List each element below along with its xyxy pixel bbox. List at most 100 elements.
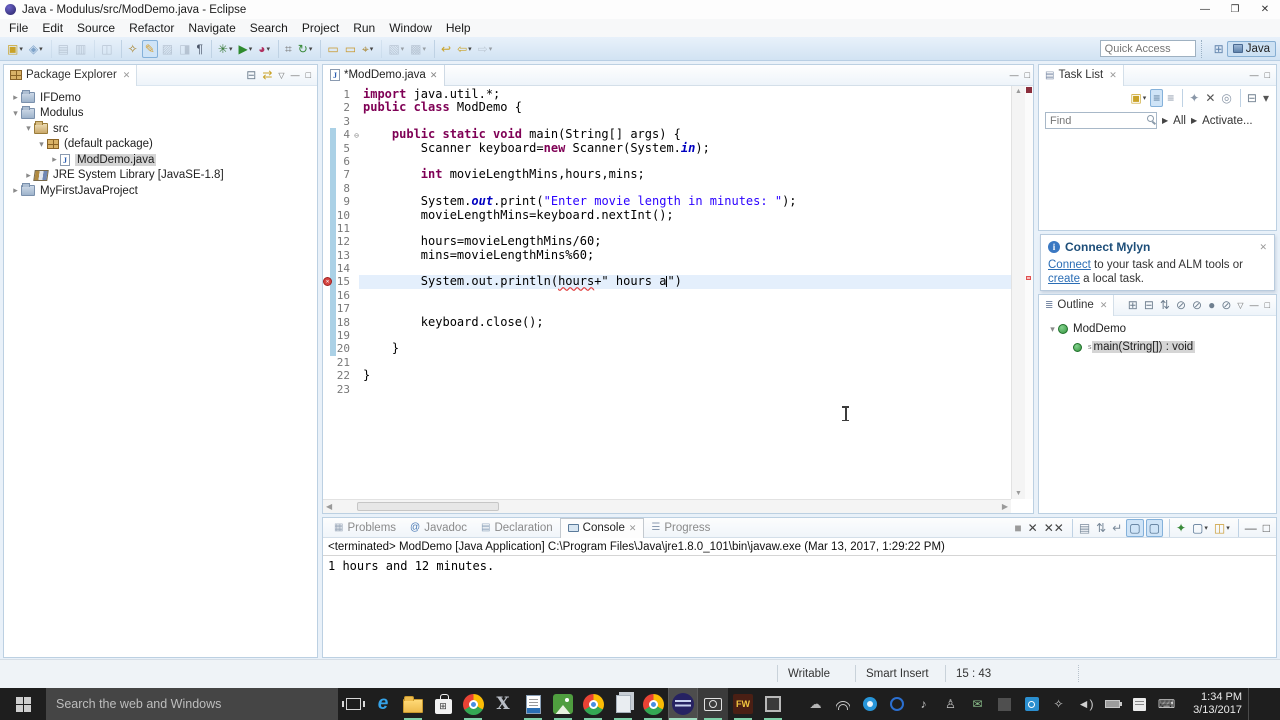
key-icon[interactable]: ✧ bbox=[120, 39, 140, 58]
chevron-down-icon[interactable]: ▾ bbox=[23, 123, 34, 134]
menu-run[interactable]: Run bbox=[346, 21, 382, 35]
scroll-up-icon[interactable]: ▲ bbox=[1012, 88, 1025, 95]
taskbar-clock[interactable]: 1:34 PM 3/13/2017 bbox=[1184, 688, 1246, 720]
tab-moddemo-java[interactable]: J *ModDemo.java ✕ bbox=[323, 64, 446, 86]
connect-link[interactable]: Connect bbox=[1048, 259, 1091, 271]
close-icon[interactable]: ✕ bbox=[1100, 300, 1108, 311]
focus-workweek-icon[interactable]: ◎ bbox=[1219, 89, 1233, 107]
tab-problems[interactable]: ▦ Problems bbox=[327, 518, 403, 538]
hide-fields-icon[interactable]: ⊘ bbox=[1174, 296, 1188, 314]
close-icon[interactable]: ✕ bbox=[1259, 242, 1267, 253]
tray-notes-icon[interactable] bbox=[1126, 697, 1153, 711]
tree-item-moddemo-java[interactable]: ▸ J ModDemo.java bbox=[4, 152, 317, 168]
scroll-down-icon[interactable]: ▼ bbox=[1012, 490, 1025, 497]
taskbar-app-fw-app[interactable]: FW bbox=[728, 688, 758, 720]
tray-browser-tray-icon[interactable] bbox=[883, 697, 910, 711]
forward-icon[interactable]: ⇨ ▾ bbox=[476, 40, 495, 58]
tree-item-myfirstjavaproject[interactable]: ▸ MyFirstJavaProject bbox=[4, 183, 317, 199]
outline-item-main[interactable]: s main(String[]) : void bbox=[1039, 339, 1276, 355]
fold-collapse-icon[interactable]: ⊖ bbox=[354, 129, 359, 142]
window-close-icon[interactable]: ✕ bbox=[1250, 4, 1280, 15]
chevron-right-icon[interactable]: ▸ bbox=[23, 170, 34, 181]
scrollbar-thumb[interactable] bbox=[357, 502, 499, 511]
tab-outline[interactable]: ≣ Outline ✕ bbox=[1039, 294, 1115, 316]
group-by-category-icon[interactable]: ≡ bbox=[1150, 89, 1164, 107]
create-link[interactable]: create bbox=[1048, 273, 1080, 285]
tray-wifi-icon[interactable] bbox=[829, 699, 856, 710]
tree-item-jre-system-library-javase-1-8[interactable]: ▸ JRE System Library [JavaSE-1.8] bbox=[4, 168, 317, 184]
expand-all-icon[interactable]: ⊞ bbox=[1126, 296, 1140, 314]
editor-vertical-scrollbar[interactable]: ▲ ▼ bbox=[1011, 86, 1025, 499]
chevron-down-icon[interactable]: ▾ bbox=[1047, 324, 1058, 335]
pin-console-icon[interactable]: ✦ bbox=[1168, 518, 1188, 537]
taskbar-app-xming[interactable]: X bbox=[488, 688, 518, 720]
menu-edit[interactable]: Edit bbox=[35, 21, 70, 35]
find-input[interactable] bbox=[1045, 112, 1157, 129]
tray-keyboard-icon[interactable]: ⌨ bbox=[1153, 697, 1180, 711]
last-edit-location-icon[interactable]: ↩ bbox=[434, 39, 453, 58]
sort-icon[interactable]: ⇅ bbox=[1158, 296, 1172, 314]
tree-item-src[interactable]: ▾ src bbox=[4, 121, 317, 137]
minimize-icon[interactable]: — bbox=[1247, 300, 1262, 310]
show-stdout-icon[interactable]: ▢ bbox=[1126, 518, 1144, 537]
menu-project[interactable]: Project bbox=[295, 21, 346, 35]
show-desktop-button[interactable] bbox=[1248, 688, 1254, 720]
tree-item-ifdemo[interactable]: ▸ IFDemo bbox=[4, 90, 317, 106]
tray-antenna-tray-icon[interactable]: ✧ bbox=[1045, 697, 1072, 711]
tab-package-explorer[interactable]: Package Explorer ✕ bbox=[4, 64, 138, 86]
open-folder-2-icon[interactable]: ▭ bbox=[343, 40, 358, 58]
remove-launch-icon[interactable]: ✕ bbox=[1026, 519, 1040, 537]
maximize-icon[interactable]: □ bbox=[1022, 70, 1033, 80]
tray-device-settings-icon[interactable]: ♙ bbox=[937, 697, 964, 711]
menu-window[interactable]: Window bbox=[382, 21, 439, 35]
tree-item-modulus[interactable]: ▾ Modulus bbox=[4, 105, 317, 122]
chevron-right-icon[interactable]: ▸ bbox=[49, 154, 60, 165]
open-folder-icon[interactable]: ▭ bbox=[320, 39, 340, 58]
code-editor[interactable]: 1 import java.util.*; 2 public class ModDem… bbox=[323, 86, 1011, 499]
taskbar-app-file-explorer[interactable] bbox=[398, 688, 428, 720]
scheduled-presentation-icon[interactable]: ✦ bbox=[1182, 89, 1201, 107]
menu-source[interactable]: Source bbox=[70, 21, 122, 35]
start-button[interactable] bbox=[0, 688, 46, 720]
all-filter-label[interactable]: All bbox=[1173, 115, 1186, 127]
error-position-marker[interactable] bbox=[1026, 276, 1031, 280]
taskbar-app-eclipse[interactable] bbox=[668, 688, 698, 720]
chevron-right-icon[interactable]: ▸ bbox=[10, 92, 21, 103]
save-all-icon[interactable]: ▥ bbox=[73, 40, 88, 58]
mark-occurrences-icon[interactable]: ▨ bbox=[160, 40, 175, 58]
taskbar-app-edge[interactable]: e bbox=[368, 688, 398, 720]
tab-console[interactable]: Console ✕ bbox=[559, 517, 645, 538]
window-maximize-icon[interactable]: ❐ bbox=[1220, 4, 1250, 15]
tray-blue-app-icon[interactable] bbox=[856, 697, 883, 711]
tray-app-tray-icon[interactable] bbox=[991, 697, 1018, 711]
run-icon[interactable]: ▶ ▾ bbox=[236, 40, 254, 58]
remove-all-terminated-icon[interactable]: ✕✕ bbox=[1042, 519, 1066, 537]
run-last-icon[interactable]: ◕ ▾ bbox=[256, 40, 272, 58]
window-minimize-icon[interactable]: — bbox=[1190, 4, 1220, 15]
activate-label[interactable]: Activate... bbox=[1202, 115, 1253, 127]
open-perspective-icon[interactable]: ⊞ bbox=[1212, 40, 1226, 58]
all-filter-arrow-icon[interactable]: ▶ bbox=[1162, 116, 1168, 125]
externalize-strings-icon[interactable]: ◨ bbox=[177, 40, 192, 58]
maximize-icon[interactable]: □ bbox=[1262, 70, 1273, 80]
quick-access-input[interactable] bbox=[1099, 40, 1196, 57]
close-icon[interactable]: ✕ bbox=[123, 70, 131, 81]
close-icon[interactable]: ✕ bbox=[629, 523, 637, 534]
hide-local-types-icon[interactable]: ⊘ bbox=[1219, 296, 1233, 314]
new-task-icon[interactable]: ▣ ▾ bbox=[1128, 89, 1148, 107]
close-icon[interactable]: ✕ bbox=[430, 70, 438, 81]
annotation-next-icon[interactable]: ▩ ▾ bbox=[408, 40, 428, 58]
taskbar-app-chrome-3[interactable] bbox=[638, 688, 668, 720]
tab-javadoc[interactable]: @ Javadoc bbox=[403, 518, 474, 538]
taskbar-app-camera-app[interactable] bbox=[698, 688, 728, 720]
terminate-icon[interactable]: ■ bbox=[1012, 519, 1023, 537]
collapse-all-icon[interactable]: ⊟ bbox=[244, 66, 258, 84]
tab-declaration[interactable]: ▤ Declaration bbox=[474, 518, 560, 538]
new-wizard-icon[interactable]: ▣ ▾ bbox=[5, 40, 25, 58]
java-perspective-button[interactable]: Java bbox=[1226, 40, 1276, 57]
view-menu-icon[interactable]: ▽ bbox=[275, 71, 287, 80]
save-icon[interactable]: ▤ bbox=[50, 39, 71, 58]
menu-file[interactable]: File bbox=[2, 21, 35, 35]
tray-onedrive-icon[interactable]: ☁ bbox=[802, 697, 829, 711]
tray-power-tray-icon[interactable] bbox=[1018, 697, 1045, 711]
